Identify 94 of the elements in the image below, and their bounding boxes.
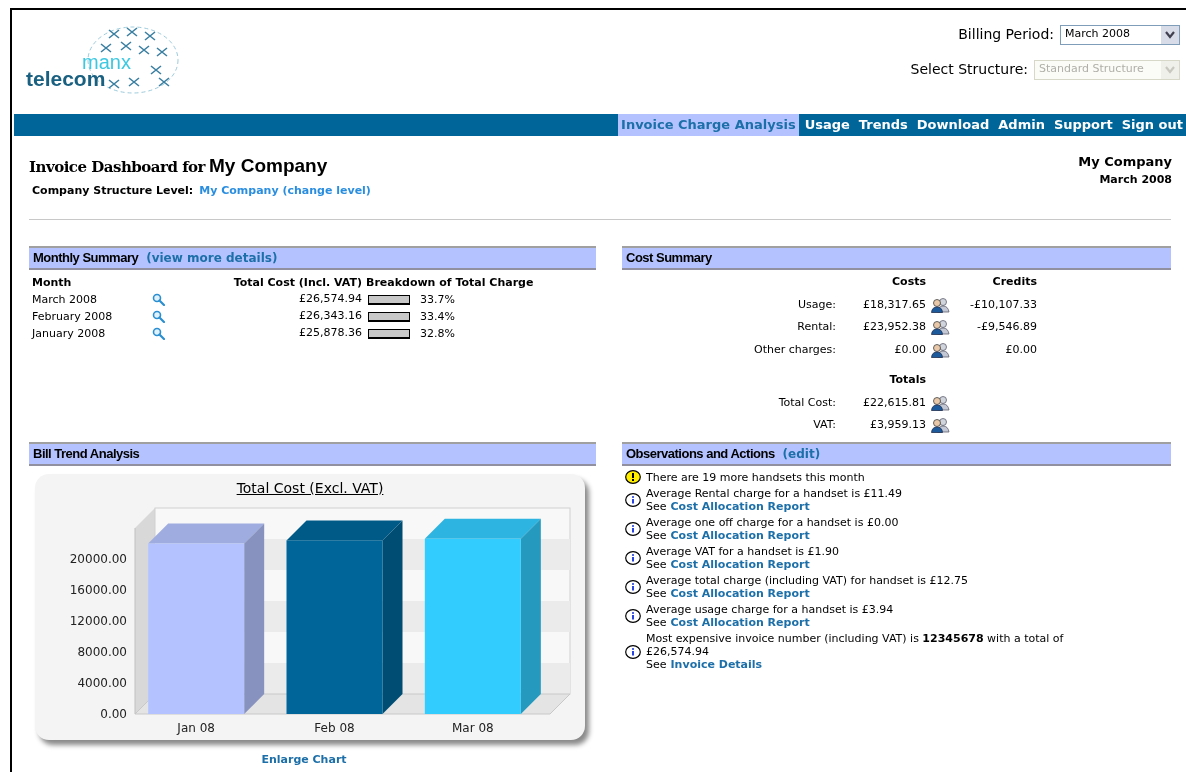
column-header: Credits: [991, 274, 1037, 290]
credit-value: £0.00: [1004, 341, 1037, 358]
people-icon[interactable]: [930, 394, 950, 411]
cost-value: £22,615.81: [862, 394, 926, 411]
column-header: Costs: [891, 274, 926, 290]
people-icon[interactable]: [930, 319, 950, 336]
see-text: See: [646, 658, 667, 671]
report-link[interactable]: Invoice Details: [670, 658, 763, 671]
credit-value: -£10,107.33: [969, 296, 1037, 313]
total-cell-text: £26,343.16: [298, 308, 362, 324]
column-header: Month: [32, 275, 73, 291]
section-title: Cost Summary: [626, 249, 712, 268]
section-title: Monthly Summary: [33, 249, 139, 268]
report-link[interactable]: Cost Allocation Report: [670, 500, 810, 513]
breakdown-bar: [368, 328, 410, 339]
see-text: See: [646, 587, 667, 600]
y-tick-label: 16000.00: [69, 583, 127, 597]
company-name: My Company: [209, 154, 328, 178]
change-level-link[interactable]: My Company (change level): [199, 182, 371, 199]
info-icon: [625, 522, 641, 536]
dashboard-title: Invoice Dashboard for: [29, 157, 205, 178]
total-cell-text: £25,878.36: [298, 325, 362, 341]
search-icon[interactable]: [152, 310, 165, 323]
chevron-icon: [1161, 25, 1179, 44]
info-icon: [625, 580, 641, 594]
report-link[interactable]: Cost Allocation Report: [670, 529, 810, 542]
structure-label: Select Structure:: [910, 60, 1028, 79]
y-tick-label: 12000.00: [69, 614, 127, 628]
search-icon[interactable]: [152, 293, 165, 306]
share-cell: 33.7%: [420, 291, 455, 308]
breakdown-bar: [368, 311, 410, 322]
observation-text: Average usage charge for a handset is £3.94: [646, 603, 894, 616]
info-icon: [625, 551, 641, 565]
cost-label: Usage:: [797, 296, 837, 313]
see-text: See: [646, 500, 667, 513]
y-tick-label: 8000.00: [77, 645, 127, 659]
company-name: My Company: [1078, 153, 1172, 171]
dropdown-field[interactable]: March 2008: [1060, 24, 1180, 45]
column-header: Total Cost (Incl. VAT): [232, 275, 362, 291]
info-icon: [625, 609, 641, 623]
column-header: Breakdown of Total Charge: [365, 275, 535, 291]
section-link[interactable]: (edit): [782, 445, 821, 463]
x-tick-label: Jan 08: [177, 721, 215, 735]
section-title: Bill Trend Analysis: [33, 445, 140, 464]
cost-label: Rental:: [796, 319, 837, 335]
cost-value: £18,317.65: [862, 296, 926, 313]
people-icon[interactable]: [930, 341, 950, 358]
chart-title: Total Cost (Excl. VAT): [236, 479, 384, 498]
cost-value: £3,959.13: [869, 417, 926, 433]
totals-heading: Totals: [888, 372, 926, 388]
y-tick-label: 20000.00: [69, 552, 127, 566]
cost-value: £23,952.38: [862, 319, 926, 335]
period-text: March 2008: [1099, 171, 1172, 188]
y-tick-label: 4000.00: [77, 676, 127, 690]
x-tick-label: Mar 08: [451, 721, 494, 735]
month-cell-text: January 2008: [32, 326, 107, 342]
report-link[interactable]: Cost Allocation Report: [670, 587, 810, 600]
see-text: See: [646, 616, 667, 629]
section-link[interactable]: (view more details): [146, 249, 278, 267]
cost-value: £0.00: [893, 341, 926, 358]
share-cell: 32.8%: [420, 325, 455, 342]
cost-label: Other charges:: [753, 341, 837, 358]
x-tick-label: Feb 08: [314, 721, 355, 735]
month-cell-text: February 2008: [32, 309, 114, 325]
chevron-icon: [1161, 60, 1179, 79]
info-icon: [625, 644, 641, 659]
search-icon[interactable]: [152, 327, 165, 340]
observation-text: Average VAT for a handset is £1.90: [646, 545, 839, 558]
people-icon[interactable]: [930, 296, 950, 313]
breakdown-bar: [368, 294, 410, 305]
y-tick-label: 0.00: [100, 707, 127, 721]
structure-level-label: Company Structure Level:: [32, 182, 194, 199]
info-icon: [625, 493, 641, 507]
see-text: See: [646, 558, 667, 571]
section-title: Observations and Actions: [626, 445, 775, 464]
observation-text: Average one off charge for a handset is £0.00: [646, 516, 899, 529]
enlarge-chart-link[interactable]: Enlarge Chart: [261, 752, 347, 769]
credit-value: -£9,546.89: [976, 319, 1037, 335]
cost-label: VAT:: [812, 417, 837, 433]
share-cell: 33.4%: [420, 308, 455, 325]
observation-text: Average total charge (including VAT) for handset is £12.75: [646, 574, 968, 587]
total-cell-text: £26,574.94: [298, 291, 362, 307]
cost-label: Total Cost:: [777, 394, 837, 411]
month-cell-text: March 2008: [32, 292, 99, 308]
report-link[interactable]: Cost Allocation Report: [670, 616, 810, 629]
observation-text: Average Rental charge for a handset is £11.49: [646, 487, 903, 500]
people-icon[interactable]: [930, 417, 950, 434]
report-link[interactable]: Cost Allocation Report: [670, 558, 810, 571]
observation-text: Most expensive invoice number (including VAT) is 12345678 with a total of £26,574.94: [646, 632, 1065, 658]
nav-tab[interactable]: Invoice Charge Analysis: [618, 114, 799, 136]
billing-period-label: Billing Period:: [958, 25, 1054, 44]
warning-icon: [625, 470, 641, 484]
see-text: See: [646, 529, 667, 542]
observation-text: There are 19 more handsets this month: [646, 470, 865, 484]
